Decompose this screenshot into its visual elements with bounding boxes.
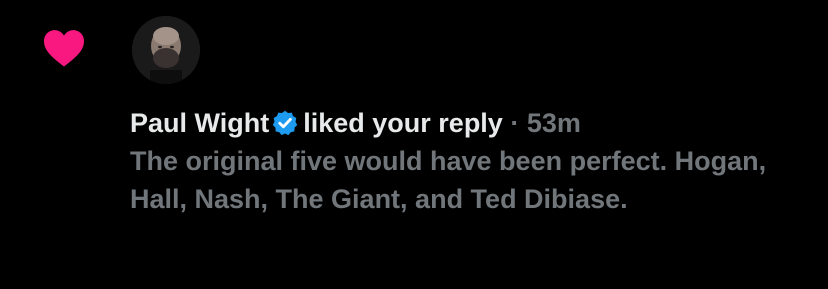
reply-text[interactable]: The original five would have been perfec…	[130, 142, 810, 218]
verified-badge-icon	[271, 109, 299, 137]
user-name[interactable]: Paul Wight	[130, 108, 269, 138]
like-notification[interactable]: Paul Wight liked your reply · 53m The ori…	[0, 0, 828, 289]
action-text: liked your reply	[303, 108, 503, 138]
avatar[interactable]	[132, 16, 200, 84]
timestamp[interactable]: 53m	[527, 108, 581, 138]
notification-headline: Paul Wight liked your reply · 53m	[130, 104, 810, 142]
notification-content: Paul Wight liked your reply · 53m The ori…	[130, 104, 810, 218]
heart-icon	[42, 28, 86, 68]
separator: ·	[510, 108, 520, 138]
